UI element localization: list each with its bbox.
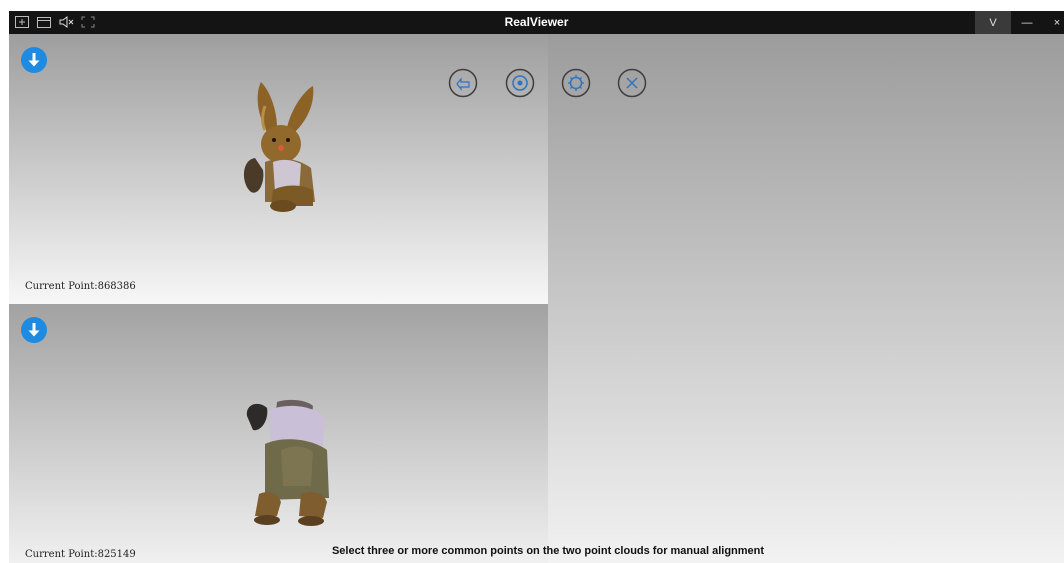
rabbit-model-front [243,82,315,212]
download-icon[interactable] [20,316,48,344]
download-icon[interactable] [20,46,48,74]
close-window-button[interactable]: × [1045,11,1064,34]
back-icon[interactable] [448,68,478,98]
alignment-result-view[interactable] [548,34,1064,563]
current-point-label: Current Point:825149 [25,549,136,560]
minimize-button[interactable]: — [1013,11,1041,34]
title-bar: RealViewer V — × [9,11,1064,34]
settings-icon[interactable] [561,68,591,98]
status-message: Select three or more common points on th… [331,545,765,557]
rabbit-model-back [246,399,329,526]
current-point-label: Current Point:868386 [25,281,136,292]
target-icon[interactable] [505,68,535,98]
point-cloud-view-bottom[interactable]: Current Point:825149 [9,304,548,563]
window-title: RealViewer [504,15,569,29]
dropdown-button[interactable]: V [975,11,1011,34]
close-icon[interactable] [617,68,647,98]
